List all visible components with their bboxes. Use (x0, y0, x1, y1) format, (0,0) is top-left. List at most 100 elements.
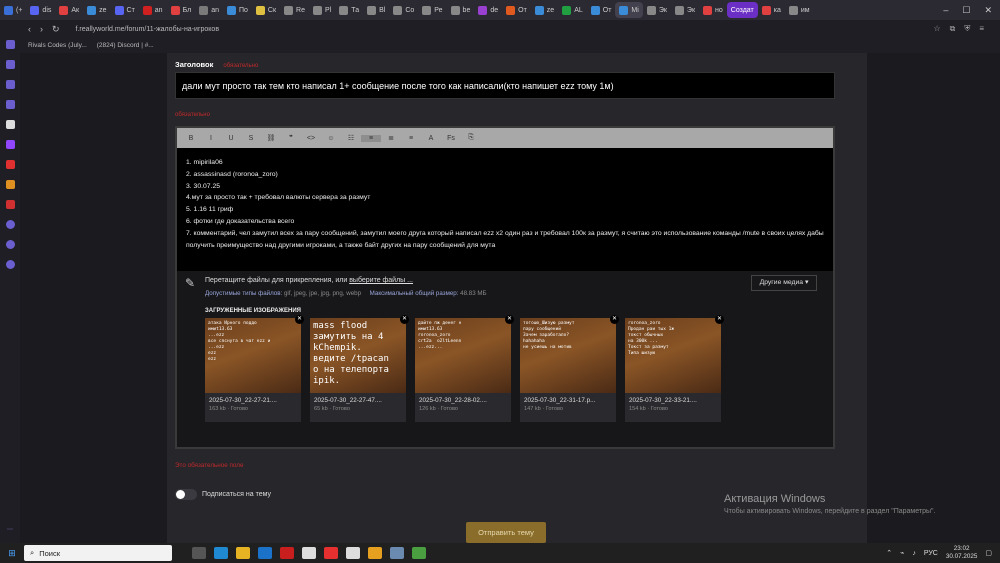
app-icon[interactable] (346, 547, 360, 559)
sidebar-app-icon[interactable] (5, 80, 15, 89)
toolbar-button[interactable]: <> (301, 135, 321, 142)
toolbar-button[interactable]: ❞ (281, 134, 301, 142)
browser-tab[interactable]: Ак (55, 2, 83, 18)
browser-tab[interactable]: ze (83, 2, 110, 18)
forward-icon[interactable]: › (40, 24, 43, 35)
url-field[interactable]: f.reallyworld.me/forum/11-жалобы-на-игро… (76, 26, 220, 33)
remove-image-icon[interactable]: ✕ (610, 315, 619, 324)
toolbar-button[interactable]: ≡ (401, 135, 421, 142)
browser-tab[interactable]: Бл (167, 2, 196, 18)
browser-tab[interactable]: Mi (615, 2, 643, 18)
uploaded-image-preview[interactable]: атака Ирного поддо имиt13.63 ...ezz все … (205, 318, 301, 393)
browser-tab[interactable]: Pl (309, 2, 335, 18)
toolbar-button[interactable]: S (241, 135, 261, 142)
toolbar-button[interactable]: ≡ (361, 134, 381, 142)
toolbar-button[interactable]: ≣ (381, 134, 401, 142)
bookmark-item[interactable]: (2824) Discord | #... (97, 42, 154, 49)
submit-thread-button[interactable]: Отправить тему (466, 522, 546, 543)
browser-tab[interactable]: Co (389, 2, 418, 18)
close-icon[interactable]: ✕ (984, 5, 992, 16)
sidebar-app-icon[interactable] (5, 60, 15, 69)
browser-tab[interactable]: ка (758, 2, 785, 18)
browser-tab[interactable]: Эк (671, 2, 699, 18)
uploaded-image-preview[interactable]: тогошо_Шизую размут пару сообщений Зачем… (520, 318, 616, 393)
browser-tab[interactable]: Эк (643, 2, 671, 18)
tray-chevron-icon[interactable]: ⌃ (886, 549, 892, 557)
yandex-icon[interactable] (368, 547, 382, 559)
editor-body[interactable]: 1. mipirila06 2. assassinasd (roronoa_zor… (177, 148, 833, 260)
clock[interactable]: 23:02 30.07.2025 (946, 545, 978, 561)
uploaded-image-preview[interactable]: roronoa_zoro Продан раи тых 1ж токст обы… (625, 318, 721, 393)
back-icon[interactable]: ‹ (28, 24, 31, 35)
add-icon[interactable] (5, 220, 15, 229)
uploaded-image-preview[interactable]: дайте пж денег н имиt13.63 roronoa_zoro … (415, 318, 511, 393)
sidebar-app-icon[interactable] (5, 120, 15, 129)
uploaded-image-card[interactable]: дайте пж денег н имиt13.63 roronoa_zoro … (415, 315, 514, 422)
uploaded-image-card[interactable]: тогошо_Шизую размут пару сообщений Зачем… (520, 315, 619, 422)
edge-icon[interactable] (214, 547, 228, 559)
uploaded-image-card[interactable]: roronoa_zoro Продан раи тых 1ж токст обы… (625, 315, 724, 422)
notifications-icon[interactable]: ▢ (985, 549, 992, 557)
network-icon[interactable]: ⌁ (900, 549, 904, 557)
toolbar-button[interactable]: ☷ (341, 134, 361, 142)
app-icon[interactable] (390, 547, 404, 559)
bookmark-star-icon[interactable]: ☆ (933, 24, 940, 34)
sidebar-app-icon[interactable] (5, 100, 15, 109)
toolbar-button[interactable]: ⛓ (261, 134, 281, 142)
browser-tab[interactable]: dis (26, 2, 55, 18)
browser-tab[interactable]: an (139, 2, 167, 18)
browser-tab[interactable]: Ре (418, 2, 446, 18)
remove-image-icon[interactable]: ✕ (715, 315, 724, 324)
browser-tab[interactable]: От (502, 2, 531, 18)
language-indicator[interactable]: РУС (924, 550, 938, 557)
app-icon[interactable] (302, 547, 316, 559)
sidebar-app-icon[interactable] (5, 200, 15, 209)
remove-image-icon[interactable]: ✕ (400, 315, 409, 324)
subscribe-toggle[interactable] (175, 489, 197, 500)
toolbar-button[interactable]: U (221, 135, 241, 142)
browser-tab[interactable]: de (474, 2, 502, 18)
browser-tab[interactable]: Bl (363, 2, 389, 18)
browser-tab[interactable]: им (785, 2, 814, 18)
reload-icon[interactable]: ↻ (52, 24, 60, 35)
toolbar-button[interactable]: ⎘ (461, 134, 481, 142)
browser-tab[interactable]: Создат (726, 2, 758, 18)
toolbar-button[interactable]: Fs (441, 135, 461, 142)
browser-tab[interactable]: но (699, 2, 727, 18)
remove-image-icon[interactable]: ✕ (505, 315, 514, 324)
browser-tab[interactable]: an (195, 2, 223, 18)
browser-tab[interactable]: От (587, 2, 616, 18)
toolbar-button[interactable]: ☺ (321, 135, 341, 142)
yandex-icon[interactable] (5, 160, 15, 169)
opera-icon[interactable] (280, 547, 294, 559)
browser-tab[interactable]: По (223, 2, 252, 18)
sidebar-more-icon[interactable]: ⋯ (7, 526, 13, 533)
toolbar-button[interactable]: A (421, 135, 441, 142)
extensions-icon[interactable]: ⧉ (950, 24, 956, 34)
browser-tab[interactable]: Ск (252, 2, 280, 18)
settings-icon[interactable] (5, 260, 15, 269)
browser-tab[interactable]: Ст (111, 2, 139, 18)
toolbar-button[interactable]: B (181, 135, 201, 142)
rich-text-editor[interactable]: B I U S ⛓ ❞ <> ☺ ☷ ≡ ≣ ≡ A Fs ⎘ 1. mipirila06 2. assass… (175, 126, 835, 449)
uploaded-image-preview[interactable]: mass flood замутить на 4 kChempik. ведит… (310, 318, 406, 393)
history-icon[interactable] (5, 240, 15, 249)
menu-icon[interactable]: ≡ (979, 24, 984, 34)
uploaded-image-card[interactable]: атака Ирного поддо имиt13.63 ...ezz все … (205, 315, 304, 422)
shield-icon[interactable]: ⛨ (964, 24, 970, 34)
browser-tab[interactable]: AL (558, 2, 587, 18)
windows-start-icon[interactable]: ⊞ (0, 548, 24, 559)
maximize-icon[interactable]: ☐ (962, 5, 970, 16)
bookmark-item[interactable]: Rivals Codes (July... (28, 42, 87, 49)
browser-tab[interactable]: be (447, 2, 475, 18)
browser-tab[interactable]: Re (280, 2, 309, 18)
volume-icon[interactable]: ♪ (912, 550, 916, 557)
task-view-icon[interactable] (192, 547, 206, 559)
thread-title-input[interactable]: дали мут просто так тем кто написал 1+ с… (175, 72, 835, 99)
sidebar-app-icon[interactable] (5, 40, 15, 49)
browser-tab[interactable]: Та (335, 2, 363, 18)
taskbar-search[interactable]: ⌕ Поиск (24, 545, 172, 561)
yandex-browser-icon[interactable] (324, 547, 338, 559)
remove-image-icon[interactable]: ✕ (295, 315, 304, 324)
toolbar-button[interactable]: I (201, 135, 221, 142)
